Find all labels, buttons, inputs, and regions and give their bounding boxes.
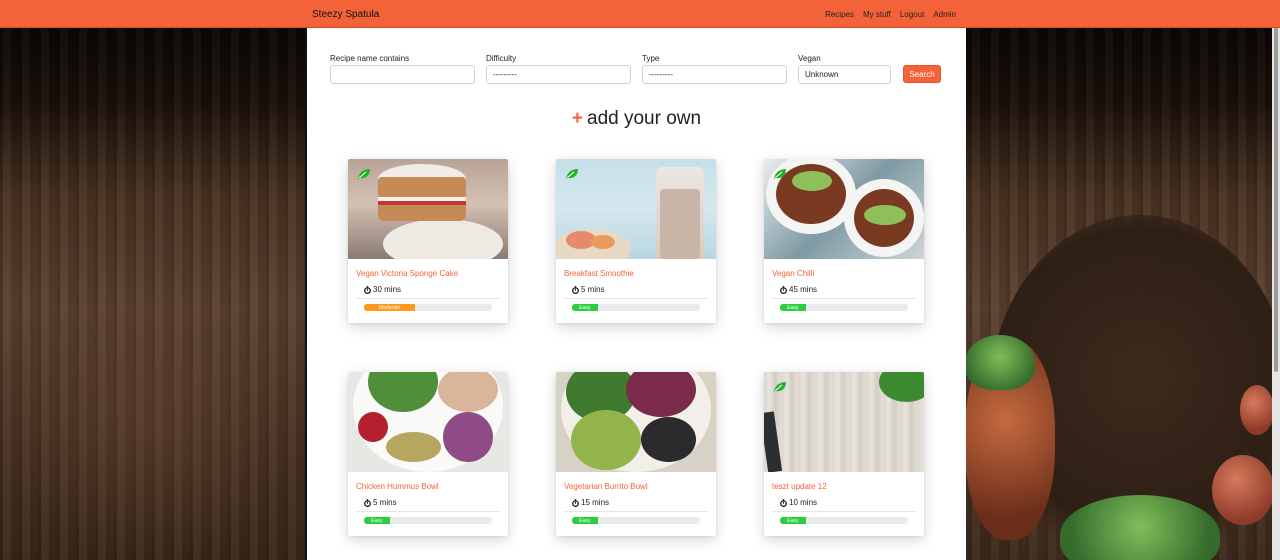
difficulty-bar: Easy [572, 304, 700, 311]
difficulty-fill: Easy [364, 517, 390, 524]
vegan-leaf-icon [774, 382, 786, 392]
chilli-image[interactable] [764, 159, 924, 259]
search-button[interactable]: Search [903, 65, 941, 83]
difficulty-bar: Easy [364, 517, 492, 524]
vegan-leaf-icon [566, 169, 578, 179]
sponge-cake-image[interactable] [348, 159, 508, 259]
brand-logo[interactable]: Steezy Spatula [312, 9, 379, 20]
timer-icon [572, 285, 579, 294]
card-divider [564, 298, 708, 299]
page-scrollbar[interactable] [1272, 0, 1280, 560]
background-greens [965, 335, 1035, 390]
background-onion [1240, 385, 1274, 435]
card-divider [772, 511, 916, 512]
nav-link-my-stuff[interactable]: My stuff [863, 10, 891, 19]
card-divider [356, 298, 500, 299]
nav-link-logout[interactable]: Logout [900, 10, 924, 19]
recipe-card[interactable]: Vegan Victoria Sponge Cake 30 mins Moder… [348, 159, 508, 323]
recipe-time: 45 mins [780, 285, 817, 294]
recipe-card[interactable]: Breakfast Smoothie 5 mins Easy [556, 159, 716, 323]
recipe-time-label: 30 mins [373, 285, 402, 294]
recipe-time-label: 45 mins [789, 285, 818, 294]
recipe-time: 5 mins [364, 498, 397, 507]
filter-vegan-label: Vegan [798, 54, 821, 63]
nav-link-recipes[interactable]: Recipes [825, 10, 854, 19]
recipe-title[interactable]: Vegan Victoria Sponge Cake [356, 269, 458, 278]
recipe-time-label: 5 mins [373, 498, 397, 507]
filter-difficulty: Difficulty --------- [486, 54, 631, 84]
difficulty-bar: Easy [780, 517, 908, 524]
timer-icon [780, 498, 787, 507]
difficulty-fill: Easy [572, 304, 598, 311]
difficulty-fill: Easy [572, 517, 598, 524]
navbar: Steezy Spatula Recipes My stuff Logout A… [0, 0, 1280, 28]
recipe-card[interactable]: Vegetarian Burrito Bowl 15 mins Easy [556, 372, 716, 536]
difficulty-bar: Moderate [364, 304, 492, 311]
recipe-time: 10 mins [780, 498, 817, 507]
vegan-select[interactable]: Unknown [798, 65, 891, 84]
recipe-time-label: 10 mins [789, 498, 818, 507]
card-divider [356, 511, 500, 512]
recipe-title[interactable]: Chicken Hummus Bowl [356, 482, 439, 491]
background-onion [1212, 455, 1274, 525]
add-your-own-label: add your own [587, 108, 702, 129]
filter-difficulty-label: Difficulty [486, 54, 517, 63]
difficulty-bar: Easy [780, 304, 908, 311]
difficulty-bar: Easy [572, 517, 700, 524]
recipe-card[interactable]: Chicken Hummus Bowl 5 mins Easy [348, 372, 508, 536]
wood-board-image[interactable] [764, 372, 924, 472]
card-divider [772, 298, 916, 299]
recipe-time: 30 mins [364, 285, 401, 294]
recipe-title[interactable]: Vegetarian Burrito Bowl [564, 482, 648, 491]
recipe-title[interactable]: Vegan Chilli [772, 269, 814, 278]
recipe-title[interactable]: Breakfast Smoothie [564, 269, 634, 278]
vegan-leaf-icon [774, 169, 786, 179]
recipe-time: 5 mins [572, 285, 605, 294]
difficulty-select[interactable]: --------- [486, 65, 631, 84]
difficulty-fill: Easy [780, 517, 806, 524]
add-your-own-link[interactable]: + add your own [307, 108, 966, 130]
type-select[interactable]: --------- [642, 65, 787, 84]
difficulty-fill: Moderate [364, 304, 416, 311]
card-divider [564, 511, 708, 512]
main-content: Recipe name contains Difficulty --------… [307, 28, 966, 560]
filter-type-label: Type [642, 54, 660, 63]
filter-name-label: Recipe name contains [330, 54, 410, 63]
plus-icon: + [571, 108, 584, 129]
filter-type: Type --------- [642, 54, 787, 84]
timer-icon [364, 498, 371, 507]
timer-icon [780, 285, 787, 294]
timer-icon [572, 498, 579, 507]
smoothie-image[interactable] [556, 159, 716, 259]
recipe-time-label: 5 mins [581, 285, 605, 294]
hummus-bowl-image[interactable] [348, 372, 508, 472]
vegan-leaf-icon [358, 169, 370, 179]
burrito-bowl-image[interactable] [556, 372, 716, 472]
nav-links: Recipes My stuff Logout Admin [825, 10, 956, 19]
filter-vegan: Vegan Unknown [798, 54, 891, 84]
recipe-title[interactable]: teszt update 12 [772, 482, 827, 491]
filter-name: Recipe name contains [330, 54, 475, 84]
nav-link-admin[interactable]: Admin [933, 10, 956, 19]
recipe-card[interactable]: teszt update 12 10 mins Easy [764, 372, 924, 536]
recipe-time-label: 15 mins [581, 498, 610, 507]
recipe-card[interactable]: Vegan Chilli 45 mins Easy [764, 159, 924, 323]
recipe-name-input[interactable] [330, 65, 475, 84]
timer-icon [364, 285, 371, 294]
recipe-time: 15 mins [572, 498, 609, 507]
difficulty-fill: Easy [780, 304, 806, 311]
